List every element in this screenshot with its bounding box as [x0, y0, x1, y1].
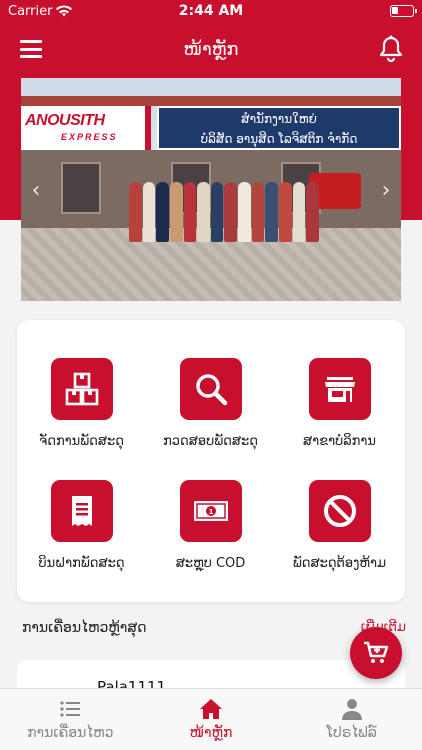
hamburger-menu-icon[interactable] [20, 40, 42, 58]
recent-activity-header: ການເຄື່ອນໄຫວຫຼ້າສຸດ ເພີ່ມເຕີມ [22, 620, 406, 644]
notification-bell-icon[interactable] [378, 35, 404, 63]
menu-service-branches[interactable]: ສາຂາບໍລິການ [275, 358, 404, 449]
navigation-bar: ໜ້າຫຼັກ [0, 22, 422, 76]
bottom-tab-bar: ການເຄື່ອນໄຫວ ໜ້າຫຼັກ ໂປຣໄຟລ໌ [0, 688, 422, 750]
menu-cod-summary[interactable]: 1 ສະຫຼຸບ COD [146, 480, 275, 571]
receipt-icon [71, 496, 92, 526]
menu-track-parcel[interactable]: ກວດສອບພັດສະດຸ [146, 358, 275, 449]
company-logo: ANOUSITH EXPRESS [21, 106, 151, 150]
battery-icon [390, 5, 417, 17]
banknote-icon: 1 [193, 501, 228, 521]
profile-icon [341, 699, 362, 720]
page-title: ໜ້າຫຼັກ [183, 38, 239, 60]
prohibited-icon [323, 495, 356, 527]
search-icon [195, 374, 227, 406]
boxes-icon [65, 372, 98, 406]
clock: 2:44 AM [178, 3, 244, 19]
promo-banner[interactable]: ANOUSITH EXPRESS ສໍານັກງານໃຫຍ່ ບໍລິສັດ ອ… [21, 78, 401, 301]
tab-activity[interactable]: ການເຄື່ອນໄຫວ [0, 689, 141, 750]
menu-prohibited-items[interactable]: ພັດສະດຸຕ້ອງຫ້າມ [275, 480, 404, 571]
menu-manage-parcels[interactable]: ຈັດການພັດສະດຸ [17, 358, 146, 449]
tab-home[interactable]: ໜ້າຫຼັກ [141, 689, 282, 750]
staff-group-photo [129, 182, 319, 242]
home-icon [200, 699, 222, 719]
store-icon [324, 377, 355, 402]
cart-fab-button[interactable] [350, 627, 402, 679]
quick-menu-card: ຈັດການພັດສະດຸ ກວດສອບພັດສະດຸ ສາຂາບໍລິການ … [17, 320, 405, 602]
menu-parcel-receipt[interactable]: ບິນຝາກພັດສະດຸ [17, 480, 146, 571]
office-sign: ສໍານັກງານໃຫຍ່ ບໍລິສັດ ອານຸສິດ ໂລຈິສຕິກ ຈ… [157, 106, 401, 150]
list-icon [60, 701, 81, 717]
banner-next-arrow[interactable]: › [377, 178, 395, 204]
status-bar: Carrier 2:44 AM [0, 0, 422, 22]
recent-activity-title: ການເຄື່ອນໄຫວຫຼ້າສຸດ [22, 620, 147, 636]
tab-profile[interactable]: ໂປຣໄຟລ໌ [281, 689, 422, 750]
banner-prev-arrow[interactable]: ‹ [27, 178, 45, 204]
cart-add-icon [364, 641, 389, 663]
svg-text:1: 1 [208, 508, 213, 516]
